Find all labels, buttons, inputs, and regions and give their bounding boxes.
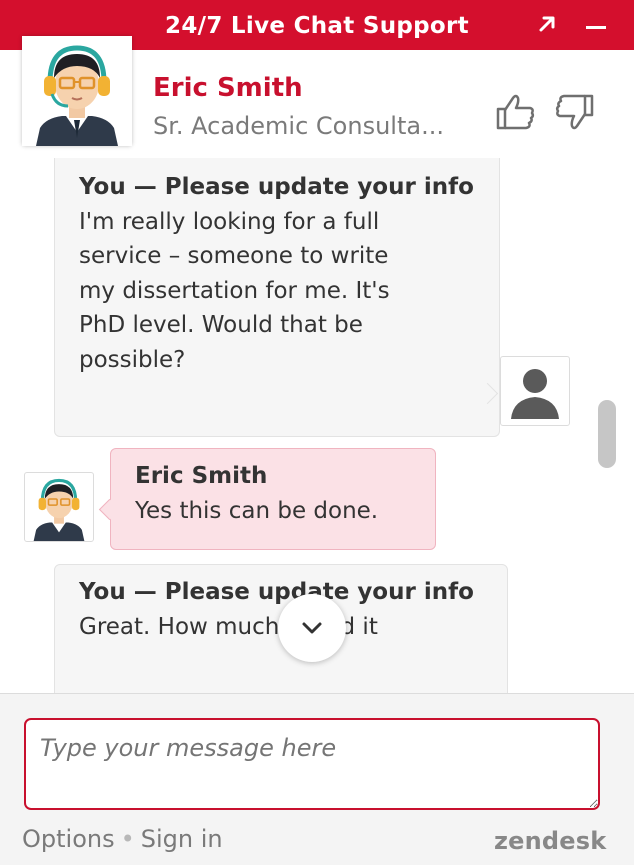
agent-title: Sr. Academic Consulta... (153, 112, 444, 140)
message-sender: Eric Smith (135, 463, 268, 489)
message-line: service – someone to write (79, 243, 389, 269)
message-line: possible? (79, 346, 186, 373)
scroll-to-bottom-button[interactable] (278, 594, 346, 662)
scrollbar-thumb[interactable] (598, 400, 616, 468)
user-message-bubble: You — Please update your info I'm really… (54, 158, 500, 437)
composer: Options•Sign in zendesk (0, 693, 634, 865)
options-link[interactable]: Options (22, 825, 115, 853)
user-avatar (500, 356, 570, 426)
zendesk-logo[interactable]: zendesk (494, 827, 606, 855)
agent-message-bubble: Eric Smith Yes this can be done. (110, 448, 436, 550)
arrow-up-right-icon[interactable] (533, 10, 561, 38)
message-list[interactable]: You — Please update your info I'm really… (0, 158, 634, 693)
message-line: PhD level. Would that be (79, 312, 363, 338)
agent-avatar-small (24, 472, 94, 542)
thumbs-down-icon[interactable] (552, 92, 596, 132)
footer-separator: • (120, 825, 135, 853)
footer-links: Options • Sign in (22, 825, 223, 853)
message-input[interactable] (24, 718, 600, 810)
agent-avatar (22, 36, 132, 146)
message-sender: You — Please update your info (79, 174, 474, 200)
chevron-down-icon (302, 622, 322, 634)
sign-in-link[interactable]: Sign in (141, 825, 223, 853)
thumbs-up-icon[interactable] (494, 92, 536, 132)
minimize-icon[interactable] (582, 10, 610, 38)
message-line: Yes this can be done. (135, 497, 379, 524)
agent-name: Eric Smith (153, 73, 303, 103)
message-line: I'm really looking for a full (79, 208, 380, 235)
chat-widget: 24/7 Live Chat Support Eric Smith Sr. Ac… (0, 0, 634, 865)
message-line: my dissertation for me. It's (79, 277, 390, 304)
